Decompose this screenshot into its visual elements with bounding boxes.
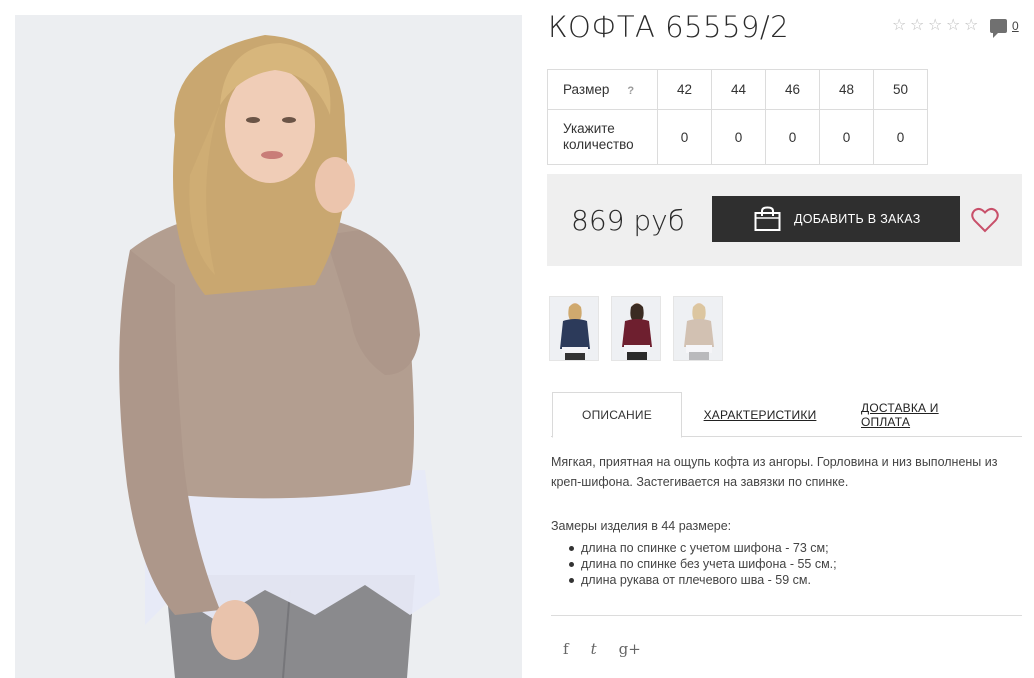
google-plus-icon[interactable]: g+ <box>619 640 641 658</box>
quantity-input-46[interactable]: 0 <box>765 109 820 165</box>
size-48: 48 <box>819 69 874 110</box>
measurements-title: Замеры изделия в 44 размере: <box>551 519 732 533</box>
rating-stars[interactable]: ☆ ☆ ☆ ☆ ☆ <box>892 17 980 33</box>
comments-count[interactable]: 0 <box>1012 19 1019 33</box>
measurements-list: длина по спинке с учетом шифона - 73 см;… <box>551 540 1013 588</box>
facebook-icon[interactable]: f <box>563 640 569 658</box>
shopping-bag-icon <box>754 206 781 231</box>
quantity-input-42[interactable]: 0 <box>657 109 712 165</box>
measurement-item: длина рукава от плечевого шва - 59 см. <box>569 572 1013 588</box>
size-row: Размер? 42 44 46 48 50 <box>547 69 928 110</box>
quantity-label: Укажите количество <box>547 109 658 165</box>
star-icon[interactable]: ☆ <box>946 17 962 33</box>
quantity-row: Укажите количество 0 0 0 0 0 <box>547 109 928 165</box>
comments-link[interactable]: 0 <box>990 19 1019 38</box>
heart-icon[interactable] <box>971 207 999 233</box>
quantity-input-50[interactable]: 0 <box>873 109 928 165</box>
size-42: 42 <box>657 69 712 110</box>
star-icon[interactable]: ☆ <box>892 17 908 33</box>
divider <box>551 615 1022 616</box>
size-label: Размер <box>563 82 610 97</box>
size-44: 44 <box>711 69 766 110</box>
product-title: КОФТА 65559/2 <box>548 10 790 44</box>
star-icon[interactable]: ☆ <box>910 17 926 33</box>
star-icon[interactable]: ☆ <box>928 17 944 33</box>
quantity-input-44[interactable]: 0 <box>711 109 766 165</box>
size-help-icon[interactable]: ? <box>627 85 634 97</box>
comment-icon <box>990 19 1007 38</box>
thumbnail-navy[interactable] <box>549 296 599 361</box>
add-to-order-label: ДОБАВИТЬ В ЗАКАЗ <box>794 212 921 226</box>
size-46: 46 <box>765 69 820 110</box>
social-share: f t g+ <box>563 640 641 658</box>
tab-specifications[interactable]: ХАРАКТЕРИСТИКИ <box>701 392 819 437</box>
product-tabs: ОПИСАНИЕ ХАРАКТЕРИСТИКИ ДОСТАВКА И ОПЛАТ… <box>551 392 1022 438</box>
price: 869 руб <box>571 204 685 237</box>
price-box: 869 руб ДОБАВИТЬ В ЗАКАЗ <box>547 174 1022 266</box>
thumbnail-burgundy[interactable] <box>611 296 661 361</box>
measurement-item: длина по спинке с учетом шифона - 73 см; <box>569 540 1013 556</box>
description-panel: Мягкая, приятная на ощупь кофта из ангор… <box>551 452 1013 588</box>
size-label-cell: Размер? <box>547 69 658 110</box>
tab-description[interactable]: ОПИСАНИЕ <box>552 392 682 438</box>
size-50: 50 <box>873 69 928 110</box>
add-to-order-button[interactable]: ДОБАВИТЬ В ЗАКАЗ <box>712 196 960 242</box>
description-text: Мягкая, приятная на ощупь кофта из ангор… <box>551 455 998 489</box>
twitter-icon[interactable]: t <box>591 640 597 658</box>
tab-delivery-payment[interactable]: ДОСТАВКА И ОПЛАТА <box>861 392 989 437</box>
thumbnail-beige[interactable] <box>673 296 723 361</box>
color-thumbnails <box>549 296 723 361</box>
star-icon[interactable]: ☆ <box>964 17 980 33</box>
quantity-input-48[interactable]: 0 <box>819 109 874 165</box>
size-table: Размер? 42 44 46 48 50 Укажите количеств… <box>547 69 928 165</box>
measurement-item: длина по спинке без учета шифона - 55 см… <box>569 556 1013 572</box>
product-main-image[interactable] <box>15 15 522 678</box>
